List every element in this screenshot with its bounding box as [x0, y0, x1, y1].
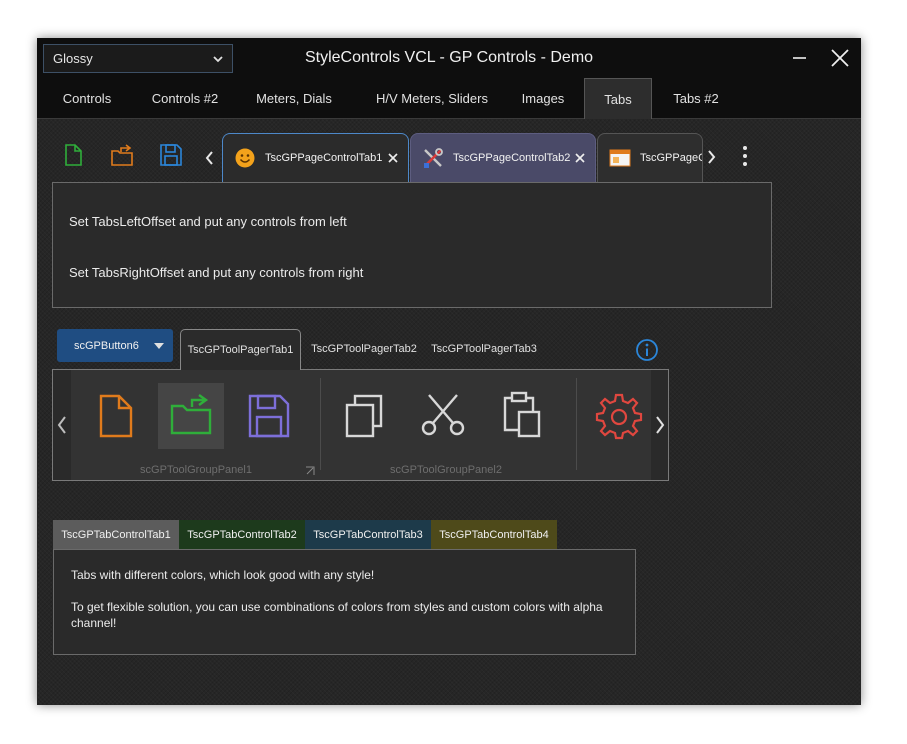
tool-group-area: scGPToolGroupPanel1 scGPToolGroupPanel2 — [71, 370, 651, 480]
tab-control-tab-3[interactable]: TscGPTabControlTab3 — [305, 520, 431, 550]
close-icon[interactable] — [575, 153, 585, 163]
gear-icon[interactable] — [595, 392, 643, 440]
tab-control-paragraph-1: Tabs with different colors, which look g… — [71, 568, 375, 582]
chevron-left-icon[interactable] — [203, 148, 217, 168]
page-control-tab-1-label: TscGPPageControlTab1 — [265, 152, 383, 164]
page-control-tab-3[interactable]: TscGPPageCo — [597, 133, 703, 182]
save-icon[interactable] — [245, 392, 293, 440]
more-vertical-icon[interactable] — [740, 144, 750, 168]
dropdown-arrow-icon — [154, 343, 164, 349]
smiley-icon — [235, 148, 255, 168]
tools-icon — [424, 148, 443, 168]
tab-tabs[interactable]: Tabs — [584, 78, 652, 119]
page-control-line-2: Set TabsRightOffset and put any controls… — [69, 265, 364, 280]
page-control-tab-1[interactable]: TscGPPageControlTab1 — [222, 133, 409, 182]
tab-controls[interactable]: Controls — [47, 78, 127, 119]
tab-control-tab-4[interactable]: TscGPTabControlTab4 — [431, 520, 557, 550]
close-icon — [831, 49, 849, 67]
tab-control-tab-2[interactable]: TscGPTabControlTab2 — [179, 520, 305, 550]
group-separator — [320, 378, 321, 470]
minimize-icon — [793, 57, 806, 59]
close-icon[interactable] — [388, 153, 398, 163]
paste-icon[interactable] — [497, 390, 545, 438]
main-tab-strip: Controls Controls #2 Meters, Dials H/V M… — [37, 78, 861, 119]
tab-controls-2[interactable]: Controls #2 — [137, 78, 233, 119]
app-window: Glossy StyleControls VCL - GP Controls -… — [37, 38, 861, 705]
page-control-tab-2[interactable]: TscGPPageControlTab2 — [410, 133, 596, 182]
expand-corner-icon[interactable] — [305, 466, 315, 476]
page-control-tab-2-label: TscGPPageControlTab2 — [453, 152, 571, 164]
tool-pager-panel: scGPToolGroupPanel1 scGPToolGroupPanel2 — [52, 369, 669, 481]
gp-button-label: scGPButton6 — [74, 339, 139, 352]
window-title: StyleControls VCL - GP Controls - Demo — [304, 49, 594, 66]
chevron-right-icon[interactable] — [704, 147, 718, 167]
tab-hv-meters-sliders[interactable]: H/V Meters, Sliders — [355, 78, 509, 119]
tool-group-label-2: scGPToolGroupPanel2 — [390, 464, 502, 476]
tab-images[interactable]: Images — [513, 78, 573, 119]
tab-control-paragraph-2: To get flexible solution, you can use co… — [71, 600, 603, 630]
new-file-icon[interactable] — [60, 142, 86, 168]
tab-control-tab-1[interactable]: TscGPTabControlTab1 — [53, 520, 179, 550]
page-control-tab-3-label: TscGPPageCo — [640, 152, 702, 164]
save-icon[interactable] — [158, 142, 184, 168]
tab-tabs-2[interactable]: Tabs #2 — [661, 78, 731, 119]
info-icon[interactable] — [635, 338, 659, 362]
export-folder-icon[interactable] — [167, 390, 215, 438]
tool-pager-tab-2[interactable]: TscGPToolPagerTab2 — [306, 329, 422, 370]
tool-pager-tab-1[interactable]: TscGPToolPagerTab1 — [180, 329, 301, 370]
copy-icon[interactable] — [341, 392, 389, 440]
tab-control-panel: Tabs with different colors, which look g… — [53, 549, 636, 655]
window-icon — [609, 149, 631, 167]
tool-pager-tab-3[interactable]: TscGPToolPagerTab3 — [426, 329, 542, 370]
title-bar: Glossy StyleControls VCL - GP Controls -… — [37, 38, 861, 78]
chevron-left-icon[interactable] — [55, 414, 69, 436]
cut-icon[interactable] — [419, 392, 467, 440]
gp-dropdown-button[interactable]: scGPButton6 — [57, 329, 173, 362]
chevron-right-icon[interactable] — [653, 414, 667, 436]
new-file-icon[interactable] — [91, 392, 139, 440]
tab-meters-dials[interactable]: Meters, Dials — [243, 78, 345, 119]
export-folder-icon[interactable] — [109, 142, 135, 168]
close-window-button[interactable] — [827, 46, 853, 70]
tool-group-label-1: scGPToolGroupPanel1 — [140, 464, 252, 476]
group-separator — [576, 378, 577, 470]
page-control-line-1: Set TabsLeftOffset and put any controls … — [69, 214, 347, 229]
page-control-panel: Set TabsLeftOffset and put any controls … — [52, 182, 772, 308]
minimize-button[interactable] — [787, 46, 813, 70]
